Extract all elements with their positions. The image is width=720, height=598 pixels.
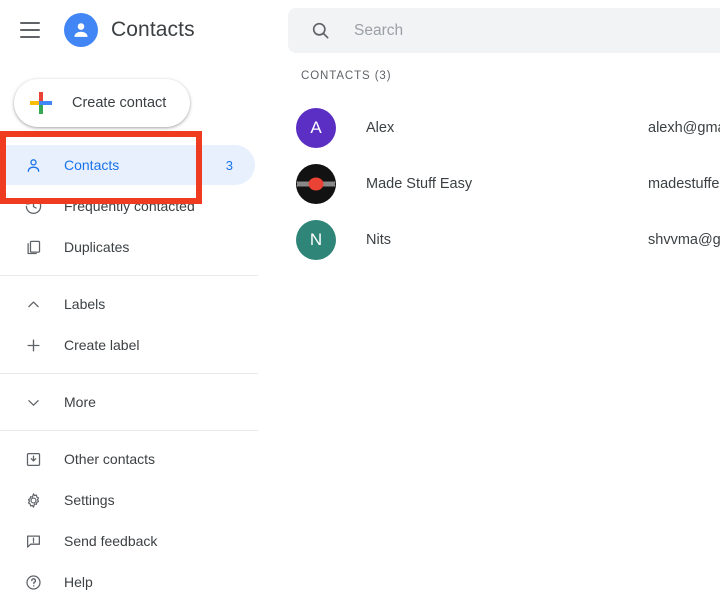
page-title: Contacts [111,18,195,41]
help-circle-icon [22,571,44,593]
sidebar-divider-1 [0,275,258,276]
chevron-down-icon [22,391,44,413]
chevron-up-icon [22,293,44,315]
sidebar-item-label: Help [64,574,93,590]
sidebar-divider-2 [0,373,258,374]
brand-bar: Contacts [0,0,285,60]
search-bar[interactable] [288,8,720,53]
archive-box-icon [22,448,44,470]
create-contact-area: Create contact [0,68,285,204]
google-plus-icon [30,92,52,114]
avatar-logo-center [308,177,324,191]
sidebar-item-label: Contacts [64,157,120,173]
sidebar-item-create-label[interactable]: Create label [0,325,255,365]
sidebar-item-label: Frequently contacted [64,198,195,214]
avatar: A [296,108,336,148]
sidebar-item-label: More [64,394,96,410]
avatar-initial: N [309,230,323,249]
sidebar-item-label: Labels [64,296,106,312]
sidebar-item-label: Other contacts [64,451,156,467]
table-row[interactable]: N Nits shvvma@g [285,212,720,268]
history-clock-icon [22,195,44,217]
contact-name: Made Stuff Easy [366,176,473,192]
sidebar-item-more[interactable]: More [0,382,255,422]
plus-icon [22,334,44,356]
contact-name: Alex [366,120,395,136]
feedback-icon [22,530,44,552]
contacts-section-label: CONTACTS (3) [301,70,392,82]
contacts-person-logo-icon [64,13,98,47]
sidebar: Contacts Create contact Contacts 3 Frequ… [0,0,285,598]
sidebar-item-duplicates[interactable]: Duplicates [0,227,255,267]
gear-icon [22,489,44,511]
sidebar-item-label: Duplicates [64,239,130,255]
create-contact-label: Create contact [72,95,167,111]
sidebar-divider-3 [0,430,258,431]
contacts-count-badge: 3 [225,157,233,173]
sidebar-nav: Contacts 3 Frequently contacted Duplicat… [0,140,285,598]
sidebar-item-other-contacts[interactable]: Other contacts [0,439,255,479]
avatar: N [296,220,336,260]
sidebar-item-frequently-contacted[interactable]: Frequently contacted [0,186,255,226]
copy-duplicate-icon [22,236,44,258]
search-input[interactable] [354,21,654,40]
contact-email: alexh@gma [648,120,720,136]
table-row[interactable]: A Alex alexh@gma [285,100,720,156]
contact-email: shvvma@g [648,232,720,248]
contacts-main: CONTACTS (3) A Alex alexh@gma Ma [285,0,720,598]
contacts-table: A Alex alexh@gma Made Stuff Easy madestu… [285,100,720,268]
person-outline-icon [22,154,44,176]
sidebar-item-help[interactable]: Help [0,562,255,598]
sidebar-item-label: Send feedback [64,533,158,549]
sidebar-item-send-feedback[interactable]: Send feedback [0,521,255,561]
sidebar-item-settings[interactable]: Settings [0,480,255,520]
table-row[interactable]: Made Stuff Easy madestuffe [285,156,720,212]
avatar-initial: A [310,118,322,137]
contact-name: Nits [366,232,391,248]
sidebar-item-contacts[interactable]: Contacts 3 [0,145,255,185]
avatar [296,164,336,204]
search-icon [310,20,332,42]
sidebar-item-label: Settings [64,492,115,508]
sidebar-item-label: Create label [64,337,140,353]
hamburger-menu-icon[interactable] [20,17,46,43]
sidebar-item-labels[interactable]: Labels [0,284,255,324]
create-contact-button[interactable]: Create contact [14,79,191,127]
contacts-app: Contacts Create contact Contacts 3 Frequ… [0,0,720,598]
contact-email: madestuffe [648,176,720,192]
